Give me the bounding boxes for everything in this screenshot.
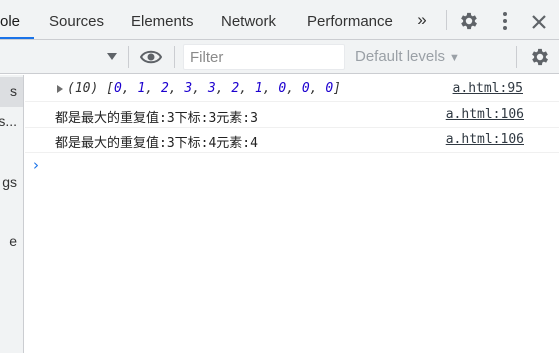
array-value: 0 <box>113 81 122 96</box>
log-message: 都是最大的重复值:3下标:3元素:3 <box>55 111 258 126</box>
filter-input[interactable] <box>183 44 345 70</box>
array-value: 2 <box>231 81 240 96</box>
console-row-array: (10) [0, 1, 2, 3, 3, 2, 1, 0, 0, 0] a.ht… <box>25 77 559 102</box>
sidebar-item-errors[interactable]: ss... <box>0 113 17 129</box>
toolbar-divider <box>128 46 129 68</box>
tab-console[interactable]: ole <box>0 0 20 40</box>
log-levels-dropdown[interactable]: Default levels ▼ <box>355 47 460 67</box>
chevron-down-icon: ▼ <box>449 52 460 64</box>
sidebar-item-messages[interactable]: s <box>10 83 17 99</box>
array-value: 3 <box>184 81 193 96</box>
console-prompt-icon[interactable]: › <box>33 156 39 174</box>
array-preview[interactable]: (10) [0, 1, 2, 3, 3, 2, 1, 0, 0, 0] <box>67 81 341 96</box>
close-icon[interactable] <box>528 11 550 33</box>
tab-elements[interactable]: Elements <box>131 0 194 40</box>
console-output: (10) [0, 1, 2, 3, 3, 2, 1, 0, 0, 0] a.ht… <box>25 75 559 353</box>
toolbar-divider <box>446 10 447 30</box>
sidebar-item-verbose[interactable]: e <box>9 233 17 249</box>
toolbar-divider <box>174 46 175 68</box>
tab-network[interactable]: Network <box>221 0 276 40</box>
source-link[interactable]: a.html:95 <box>453 81 523 96</box>
toolbar-divider <box>516 46 517 68</box>
console-sidebar: s ss... gs e <box>0 75 24 353</box>
expand-arrow-icon[interactable] <box>57 85 63 93</box>
more-tabs-button[interactable]: » <box>411 8 433 32</box>
array-length: (10) <box>67 81 99 96</box>
log-message: 都是最大的重复值:3下标:4元素:4 <box>55 136 258 151</box>
array-value: 3 <box>207 81 216 96</box>
source-link[interactable]: a.html:106 <box>446 132 524 147</box>
array-value: 1 <box>137 81 146 96</box>
more-options-icon[interactable] <box>496 11 514 31</box>
settings-gear-icon[interactable] <box>458 10 480 32</box>
console-settings-gear-icon[interactable] <box>529 46 551 68</box>
eye-icon[interactable] <box>140 48 162 66</box>
tab-performance[interactable]: Performance <box>307 0 393 40</box>
active-tab-indicator <box>0 37 34 39</box>
array-value: 1 <box>254 81 263 96</box>
log-levels-label: Default levels <box>355 48 446 65</box>
array-value: 0 <box>301 81 310 96</box>
tab-sources[interactable]: Sources <box>49 0 104 40</box>
array-value: 2 <box>160 81 169 96</box>
console-toolbar: Default levels▼ <box>0 40 559 74</box>
console-row-message: 都是最大的重复值:3下标:3元素:3 a.html:106 <box>25 103 559 128</box>
sidebar-item-warnings[interactable]: gs <box>2 174 17 190</box>
array-value: 0 <box>278 81 287 96</box>
console-row-message: 都是最大的重复值:3下标:4元素:4 a.html:106 <box>25 128 559 153</box>
devtools-tab-bar: ole Sources Elements Network Performance… <box>0 0 559 40</box>
source-link[interactable]: a.html:106 <box>446 107 524 122</box>
array-value: 0 <box>325 81 334 96</box>
context-dropdown-icon[interactable] <box>106 50 118 62</box>
